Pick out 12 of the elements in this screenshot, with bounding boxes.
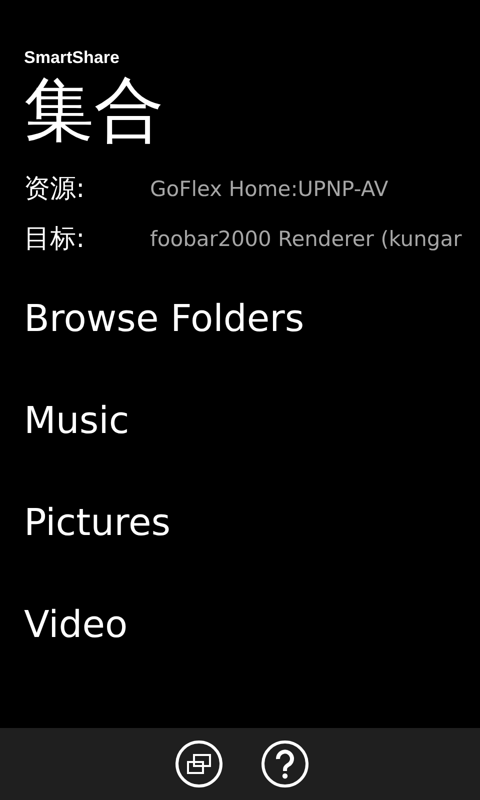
info-label: 目标: <box>24 223 86 256</box>
info-value: foobar2000 Renderer (kungar <box>150 227 463 251</box>
app-title: SmartShare <box>24 48 120 68</box>
info-value: GoFlex Home:UPNP-AV <box>150 177 390 201</box>
info-label: 资源: <box>24 173 86 206</box>
page-title: 集合 <box>24 70 165 150</box>
help-icon[interactable] <box>261 740 309 788</box>
menu-item[interactable]: Pictures <box>24 494 171 552</box>
menu-item[interactable]: Video <box>24 596 128 654</box>
menu-item[interactable]: Browse Folders <box>24 290 304 348</box>
switch-windows-icon[interactable] <box>175 740 223 788</box>
menu-item[interactable]: Music <box>24 392 130 450</box>
